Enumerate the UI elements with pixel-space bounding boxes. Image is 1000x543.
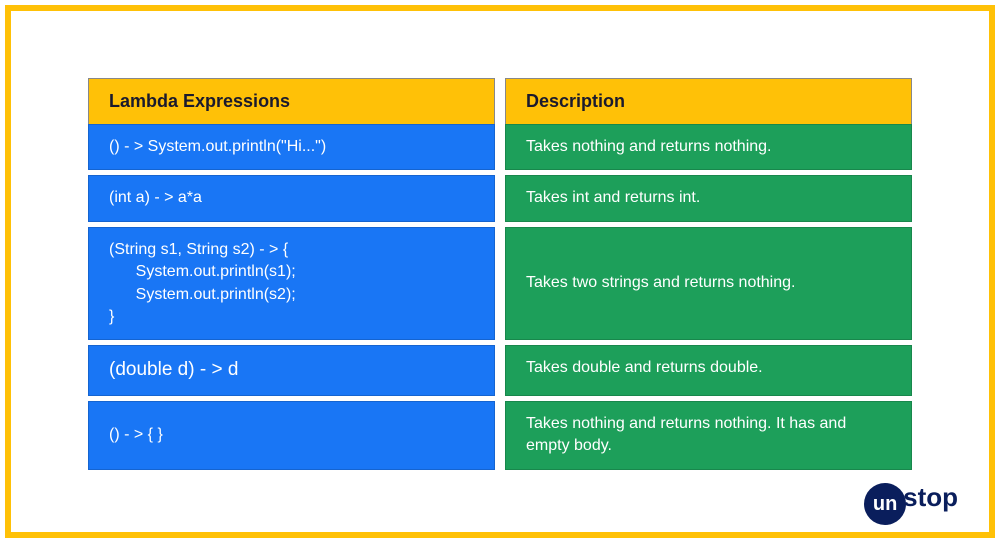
lambda-description: Takes two strings and returns nothing. bbox=[505, 227, 912, 341]
lambda-expression: () - > { } bbox=[88, 401, 495, 470]
lambda-expression: (String s1, String s2) - > { System.out.… bbox=[88, 227, 495, 341]
lambda-description: Takes nothing and returns nothing. bbox=[505, 124, 912, 170]
header-description: Description bbox=[505, 78, 912, 124]
table-row: (int a) - > a*a Takes int and returns in… bbox=[88, 175, 912, 221]
lambda-description: Takes int and returns int. bbox=[505, 175, 912, 221]
lambda-description: Takes nothing and returns nothing. It ha… bbox=[505, 401, 912, 470]
lambda-description: Takes double and returns double. bbox=[505, 345, 912, 396]
lambda-table: Lambda Expressions Description () - > Sy… bbox=[88, 78, 912, 475]
table-row: () - > System.out.println("Hi...") Takes… bbox=[88, 124, 912, 170]
table-row: () - > { } Takes nothing and returns not… bbox=[88, 401, 912, 470]
header-lambda: Lambda Expressions bbox=[88, 78, 495, 124]
lambda-expression: () - > System.out.println("Hi...") bbox=[88, 124, 495, 170]
table-header-row: Lambda Expressions Description bbox=[88, 78, 912, 124]
lambda-expression: (double d) - > d bbox=[88, 345, 495, 396]
unstop-logo: un stop bbox=[864, 479, 958, 521]
logo-un-circle: un bbox=[864, 483, 906, 525]
table-row: (String s1, String s2) - > { System.out.… bbox=[88, 227, 912, 341]
table-row: (double d) - > d Takes double and return… bbox=[88, 345, 912, 396]
lambda-expression: (int a) - > a*a bbox=[88, 175, 495, 221]
logo-stop-text: stop bbox=[903, 482, 958, 513]
